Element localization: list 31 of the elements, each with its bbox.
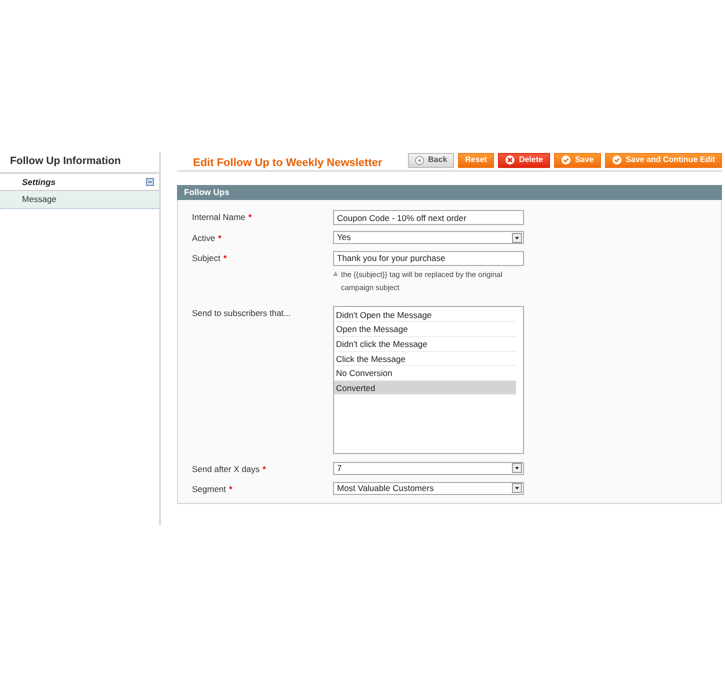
field-label: Subject: [192, 252, 220, 264]
list-option[interactable]: Click the Message: [334, 352, 516, 366]
sidebar-tab[interactable]: Message: [0, 191, 159, 209]
check-icon: [612, 155, 622, 165]
required-mark: *: [223, 252, 227, 264]
sidebar-title: Follow Up Information: [10, 154, 121, 170]
multi-select-list[interactable]: Didn't Open the Message Open the Message Didn't click the Message Click the Message No Conversion Converted: [333, 306, 524, 454]
collapse-icon[interactable]: [146, 178, 154, 186]
back-button[interactable]: Back: [408, 152, 454, 168]
required-mark: *: [262, 462, 266, 476]
field-label: Segment: [192, 482, 226, 496]
dropdown-field[interactable]: Yes: [333, 231, 524, 244]
field-label: Send after X days: [192, 462, 260, 476]
text-field[interactable]: Thank you for your purchase: [333, 250, 524, 266]
required-mark: *: [229, 482, 232, 496]
dropdown-field[interactable]: Most Valuable Customers: [333, 482, 524, 494]
dropdown-field[interactable]: 7: [333, 462, 524, 475]
note-arrow-icon: [333, 270, 338, 276]
sidebar-group-title: Settings: [22, 176, 56, 188]
field-label: Active: [192, 232, 216, 245]
required-mark: *: [248, 211, 252, 224]
field-label: Send to subscribers that...: [192, 306, 291, 320]
delete-button[interactable]: Delete: [498, 152, 550, 168]
check-icon: [560, 155, 571, 165]
text-field[interactable]: Coupon Code - 10% off next order: [333, 210, 524, 225]
required-mark: *: [218, 232, 222, 245]
page-title: Edit Follow Up to Weekly Newsletter: [193, 156, 382, 171]
close-icon: [504, 155, 515, 165]
section-header: Follow Ups: [177, 185, 722, 200]
list-option[interactable]: Converted: [334, 380, 516, 396]
field-label: Internal Name: [192, 211, 246, 224]
